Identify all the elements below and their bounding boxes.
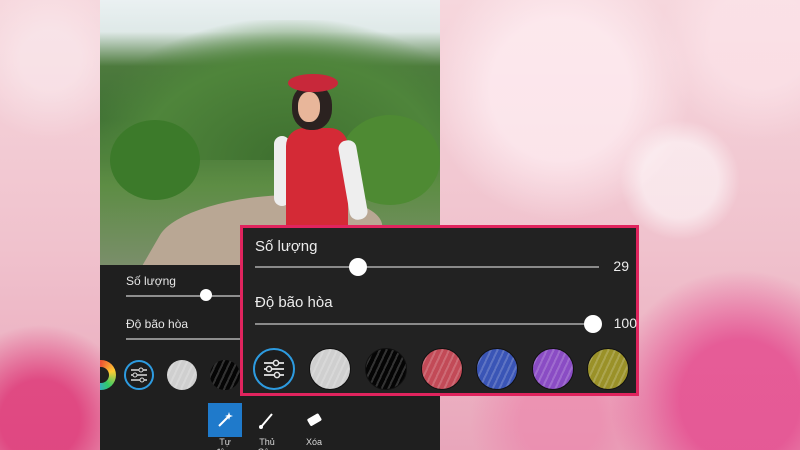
tool-erase[interactable]: Xóa bbox=[297, 403, 331, 447]
brush-icon bbox=[250, 403, 284, 437]
zoomed-adjust-panel: Số lượng 29 Độ bão hòa 100 bbox=[240, 225, 639, 396]
adjust-swatch[interactable] bbox=[253, 348, 295, 390]
amount-label: Số lượng bbox=[255, 238, 318, 255]
silver-swatch[interactable] bbox=[167, 360, 197, 390]
saturation-slider-track[interactable] bbox=[255, 323, 595, 325]
tool-auto[interactable]: Tự động bbox=[208, 403, 242, 450]
tool-manual[interactable]: Thủ Cô... bbox=[250, 403, 284, 450]
purple-swatch[interactable] bbox=[532, 348, 574, 390]
saturation-value: 100 bbox=[613, 315, 637, 331]
tool-auto-label: Tự động bbox=[215, 437, 235, 450]
saturation-label: Độ bão hòa bbox=[255, 294, 333, 311]
amount-slider-thumb[interactable] bbox=[200, 289, 212, 301]
black-swatch[interactable] bbox=[210, 360, 240, 390]
amount-label: Số lượng bbox=[126, 274, 176, 288]
color-swatch[interactable] bbox=[100, 360, 116, 390]
red-swatch[interactable] bbox=[421, 348, 463, 390]
sliders-icon bbox=[131, 367, 147, 383]
eraser-icon bbox=[297, 403, 331, 437]
amount-slider-track[interactable] bbox=[255, 266, 599, 268]
black-swatch[interactable] bbox=[365, 348, 407, 390]
silver-swatch[interactable] bbox=[309, 348, 351, 390]
saturation-label: Độ bão hòa bbox=[126, 317, 189, 331]
tool-manual-label: Thủ Cô... bbox=[257, 437, 276, 450]
saturation-slider-track[interactable] bbox=[126, 338, 240, 340]
blue-swatch[interactable] bbox=[476, 348, 518, 390]
magic-wand-icon bbox=[208, 403, 242, 437]
amount-slider-track[interactable] bbox=[126, 295, 240, 297]
tree bbox=[110, 120, 200, 200]
face bbox=[298, 92, 320, 122]
adjust-swatch[interactable] bbox=[124, 360, 154, 390]
amount-value: 29 bbox=[613, 258, 629, 274]
sliders-icon bbox=[264, 359, 284, 379]
red-headband bbox=[288, 74, 338, 92]
olive-swatch[interactable] bbox=[587, 348, 629, 390]
amount-slider-thumb[interactable] bbox=[349, 258, 367, 276]
tool-erase-label: Xóa bbox=[305, 437, 322, 447]
